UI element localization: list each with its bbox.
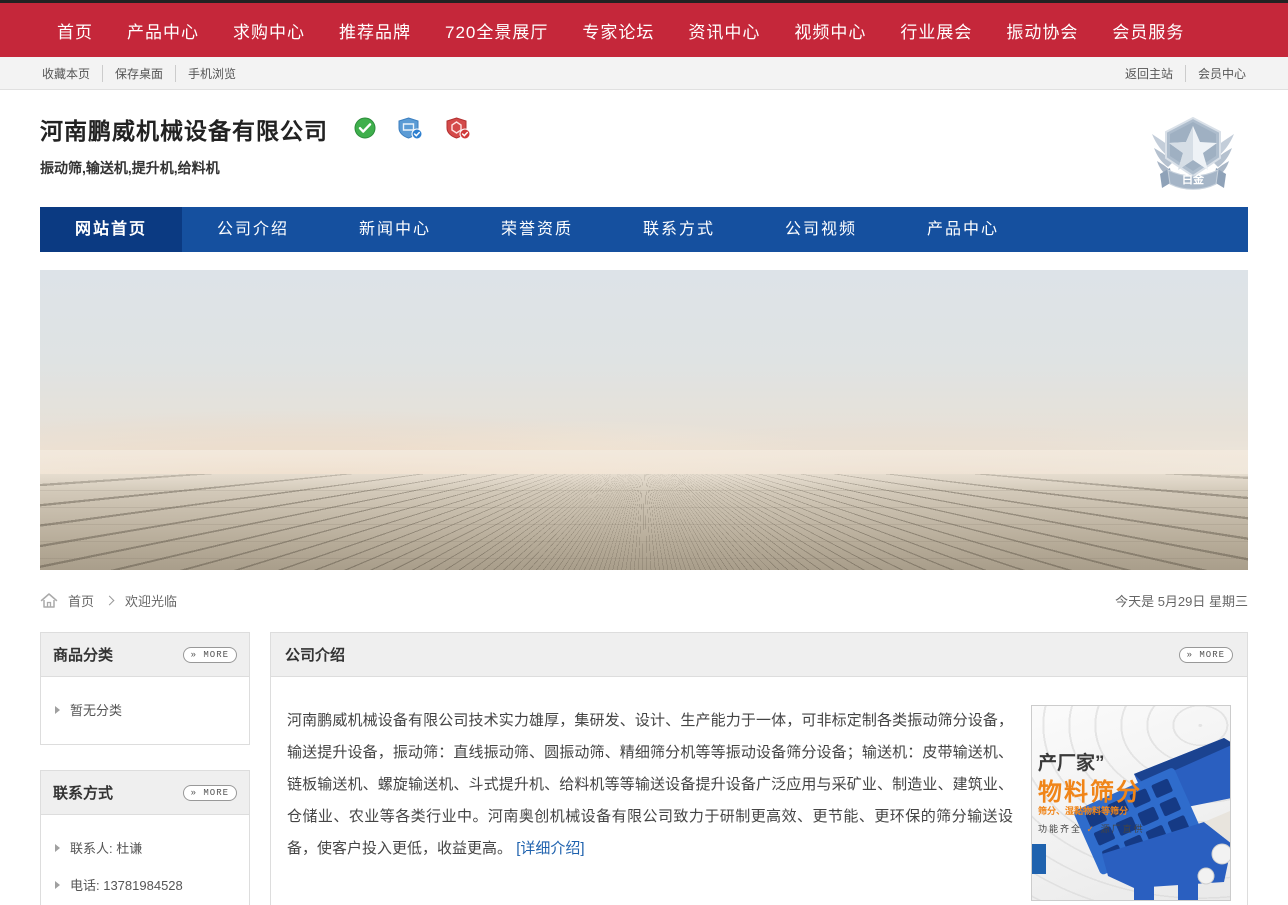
category-item-empty[interactable]: 暂无分类 — [41, 691, 249, 728]
contact-person-label: 联系人: 杜谦 — [70, 838, 142, 857]
utility-bar: 收藏本页 保存桌面 手机浏览 返回主站 会员中心 — [0, 57, 1288, 90]
blue-shield-check-icon — [398, 117, 424, 141]
contact-phone-label: 电话: 13781984528 — [70, 875, 183, 894]
sitenav-item-news[interactable]: 新闻中心 — [324, 207, 466, 252]
topnav-item-news[interactable]: 资讯中心 — [671, 18, 777, 43]
intro-more-button[interactable]: » MORE — [1179, 647, 1233, 663]
sitenav-item-video[interactable]: 公司视频 — [750, 207, 892, 252]
home-icon[interactable] — [40, 592, 58, 609]
topnav-item-home[interactable]: 首页 — [40, 18, 110, 43]
company-intro-panel: 公司介绍 » MORE 河南鹏威机械设备有限公司技术实力雄厚，集研发、设计、生产… — [270, 632, 1248, 905]
intro-text: 河南鹏威机械设备有限公司技术实力雄厚，集研发、设计、生产能力于一体，可非标定制各… — [287, 712, 1013, 857]
triangle-bullet-icon — [55, 844, 60, 852]
topnav-item-buying[interactable]: 求购中心 — [216, 18, 322, 43]
sitenav-item-honors[interactable]: 荣誉资质 — [466, 207, 608, 252]
company-intro-paragraph: 河南鹏威机械设备有限公司技术实力雄厚，集研发、设计、生产能力于一体，可非标定制各… — [287, 705, 1013, 901]
chevron-right-icon — [105, 595, 115, 605]
page: 首页 产品中心 求购中心 推荐品牌 720全景展厅 专家论坛 资讯中心 视频中心… — [0, 0, 1288, 905]
medal-label: 白金 — [1182, 172, 1205, 186]
topnav-item-720-hall[interactable]: 720全景展厅 — [428, 18, 565, 43]
category-item-label: 暂无分类 — [70, 700, 122, 719]
promo-line-manufacturer: 产厂家” — [1038, 748, 1105, 775]
promo-line-screening: 物料筛分 — [1038, 772, 1142, 807]
intro-panel-title: 公司介绍 — [285, 644, 345, 665]
topnav-item-forum[interactable]: 专家论坛 — [565, 18, 671, 43]
promo-line-features: 功能齐全 ✓ 源厂直供 — [1038, 822, 1145, 835]
certification-icons — [354, 117, 472, 141]
utility-left-group: 收藏本页 保存桌面 手机浏览 — [42, 65, 248, 82]
triangle-bullet-icon — [55, 706, 60, 714]
breadcrumb-row: 首页 欢迎光临 今天是 5月29日 星期三 — [40, 585, 1248, 615]
sitenav-item-contact[interactable]: 联系方式 — [608, 207, 750, 252]
topnav-item-association[interactable]: 振动协会 — [989, 18, 1095, 43]
topnav-item-video[interactable]: 视频中心 — [777, 18, 883, 43]
triangle-bullet-icon — [55, 881, 60, 889]
member-center-link[interactable]: 会员中心 — [1185, 65, 1246, 82]
check-icon: ✓ — [1087, 824, 1097, 834]
utility-right-group: 返回主站 会员中心 — [1125, 65, 1246, 82]
green-verified-check-icon — [354, 117, 376, 139]
today-date-text: 今天是 5月29日 星期三 — [1115, 591, 1248, 610]
topnav-item-brands[interactable]: 推荐品牌 — [322, 18, 428, 43]
red-shield-check-icon — [446, 117, 472, 141]
contact-box: 联系方式 » MORE 联系人: 杜谦 电话: 13781984528 — [40, 770, 250, 905]
contact-box-title: 联系方式 — [53, 782, 113, 803]
hero-banner-image — [40, 270, 1248, 570]
company-keywords: 振动筛,输送机,提升机,给料机 — [40, 158, 472, 178]
platinum-medal-badge: 白金 — [1150, 112, 1236, 207]
top-navbar: 首页 产品中心 求购中心 推荐品牌 720全景展厅 专家论坛 资讯中心 视频中心… — [0, 3, 1288, 57]
breadcrumb-current: 欢迎光临 — [125, 591, 177, 610]
category-box-title: 商品分类 — [53, 644, 113, 665]
back-to-main-site-link[interactable]: 返回主站 — [1125, 65, 1185, 82]
company-header: 河南鹏威机械设备有限公司 — [0, 90, 1288, 207]
detail-intro-link[interactable]: [详细介绍] — [516, 840, 584, 857]
category-more-button[interactable]: » MORE — [183, 647, 237, 663]
category-box: 商品分类 » MORE 暂无分类 — [40, 632, 250, 745]
topnav-item-products[interactable]: 产品中心 — [110, 18, 216, 43]
promo-button-fragment — [1032, 844, 1046, 874]
banner-sky — [40, 270, 1248, 474]
company-name: 河南鹏威机械设备有限公司 — [40, 112, 328, 146]
banner-horizon-haze — [40, 450, 1248, 492]
topnav-item-expo[interactable]: 行业展会 — [883, 18, 989, 43]
contact-more-button[interactable]: » MORE — [183, 785, 237, 801]
sidebar: 商品分类 » MORE 暂无分类 联系方式 » MORE — [40, 632, 250, 905]
contact-phone-item[interactable]: 电话: 13781984528 — [41, 866, 249, 903]
sitenav-item-products[interactable]: 产品中心 — [892, 207, 1034, 252]
content-area: 商品分类 » MORE 暂无分类 联系方式 » MORE — [40, 632, 1248, 905]
sitenav-item-about[interactable]: 公司介绍 — [182, 207, 324, 252]
save-desktop-link[interactable]: 保存桌面 — [102, 65, 175, 82]
product-promo-image[interactable]: 产厂家” 物料筛分 筛分、湿黏物料等筛分 功能齐全 ✓ 源厂直供 — [1031, 705, 1231, 901]
mobile-view-link[interactable]: 手机浏览 — [175, 65, 248, 82]
site-navbar: 网站首页 公司介绍 新闻中心 荣誉资质 联系方式 公司视频 产品中心 — [40, 207, 1248, 252]
contact-person-item[interactable]: 联系人: 杜谦 — [41, 829, 249, 866]
promo-line-materials: 筛分、湿黏物料等筛分 — [1038, 804, 1128, 817]
breadcrumb-home-link[interactable]: 首页 — [68, 591, 94, 610]
topnav-item-member[interactable]: 会员服务 — [1095, 18, 1201, 43]
sitenav-item-home[interactable]: 网站首页 — [40, 207, 182, 252]
company-identity: 河南鹏威机械设备有限公司 — [40, 112, 472, 207]
bookmark-page-link[interactable]: 收藏本页 — [42, 65, 102, 82]
